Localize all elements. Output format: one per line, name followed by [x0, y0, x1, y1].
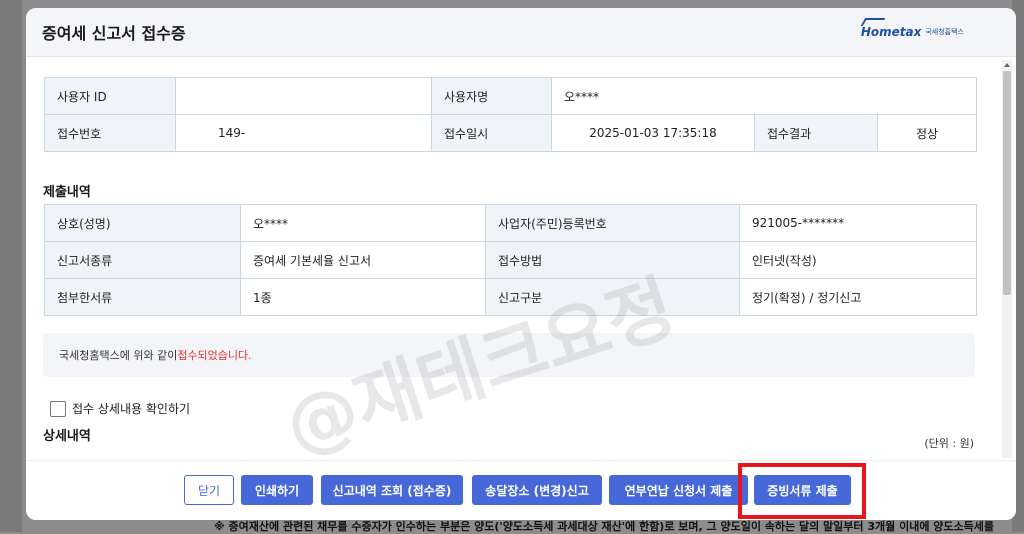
attachments-label: 첨부한서류 [44, 278, 241, 316]
table-row: 신고서종류 증여세 기본세율 신고서 접수방법 인터넷(작성) [44, 241, 977, 279]
address-change-button[interactable]: 송달장소 (변경)신고 [472, 475, 602, 505]
hometax-logo: Hometax 국세청홈택스 [860, 18, 964, 39]
receipt-date-label: 접수일시 [431, 114, 552, 152]
notice-highlight: 접수되었습니다. [177, 349, 252, 362]
receipt-no-label: 접수번호 [44, 114, 176, 152]
background-left [0, 0, 22, 532]
receipt-notice: 국세청홈택스에 위와 같이 접수되었습니다. [43, 333, 975, 377]
notice-text: 국세청홈택스에 위와 같이 [59, 349, 178, 362]
report-category-value: 정기(확정) / 정기신고 [739, 278, 977, 316]
business-name-label: 상호(성명) [44, 204, 241, 242]
table-row: 사용자 ID 사용자명 오**** [44, 77, 977, 115]
receipt-result-label: 접수결과 [754, 114, 878, 152]
print-button[interactable]: 인쇄하기 [241, 475, 313, 505]
detail-check-row[interactable]: 접수 상세내용 확인하기 [50, 400, 190, 417]
receipt-no-value: 149- [175, 114, 432, 152]
receipt-method-value: 인터넷(작성) [739, 241, 977, 279]
user-id-label: 사용자 ID [44, 77, 176, 115]
submission-table: 상호(성명) 오**** 사업자(주민)등록번호 921005-******* … [44, 204, 977, 316]
receipt-modal: 증여세 신고서 접수증 Hometax 국세청홈택스 사용자 ID 사용자명 오… [26, 8, 1016, 520]
registration-number-value: 921005-******* [739, 204, 977, 242]
user-name-label: 사용자명 [431, 77, 552, 115]
scrollbar-thumb[interactable] [1003, 71, 1011, 295]
hometax-logo-mark: Hometax [860, 18, 921, 39]
table-row: 첨부한서류 1종 신고구분 정기(확정) / 정기신고 [44, 278, 977, 316]
modal-body[interactable]: 사용자 ID 사용자명 오**** 접수번호 149- 접수일시 2025-01… [26, 57, 998, 460]
user-name-value: 오**** [551, 77, 977, 115]
modal-footer: 닫기 인쇄하기 신고내역 조회 (접수증) 송달장소 (변경)신고 연부연납 신… [26, 460, 1016, 520]
business-name-value: 오**** [240, 204, 486, 242]
receipt-method-label: 접수방법 [485, 241, 740, 279]
close-button[interactable]: 닫기 [184, 475, 234, 505]
user-id-value [175, 77, 432, 115]
report-type-label: 신고서종류 [44, 241, 241, 279]
detail-check-label: 접수 상세내용 확인하기 [72, 402, 191, 416]
table-row: 상호(성명) 오**** 사업자(주민)등록번호 921005-******* [44, 204, 977, 242]
detail-checkbox[interactable] [50, 400, 66, 417]
report-type-value: 증여세 기본세율 신고서 [240, 241, 486, 279]
background-note: ※ 증여재산에 관련된 채무를 수증자가 인수하는 부분은 양도('양도소득세 … [214, 520, 994, 533]
hometax-logo-text: 국세청홈택스 [925, 28, 964, 36]
highlight-annotation-box [738, 463, 866, 519]
receipt-date-value: 2025-01-03 17:35:18 [551, 114, 755, 152]
report-category-label: 신고구분 [485, 278, 740, 316]
modal-title: 증여세 신고서 접수증 [42, 24, 186, 43]
history-button[interactable]: 신고내역 조회 (접수증) [321, 475, 463, 505]
unit-label: (단위 : 원) [924, 437, 974, 450]
receipt-info-table: 사용자 ID 사용자명 오**** 접수번호 149- 접수일시 2025-01… [44, 77, 977, 152]
detail-section-title: 상세내역 [43, 429, 91, 444]
scroll-up-arrow-icon[interactable] [1004, 63, 1010, 67]
attachments-value: 1종 [240, 278, 486, 316]
table-row: 접수번호 149- 접수일시 2025-01-03 17:35:18 접수결과 … [44, 114, 977, 152]
modal-header: 증여세 신고서 접수증 Hometax 국세청홈택스 [26, 8, 1016, 57]
installment-button[interactable]: 연부연납 신청서 제출 [609, 475, 748, 505]
submission-section-title: 제출내역 [43, 185, 91, 200]
receipt-result-value: 정상 [877, 114, 977, 152]
registration-number-label: 사업자(주민)등록번호 [485, 204, 740, 242]
